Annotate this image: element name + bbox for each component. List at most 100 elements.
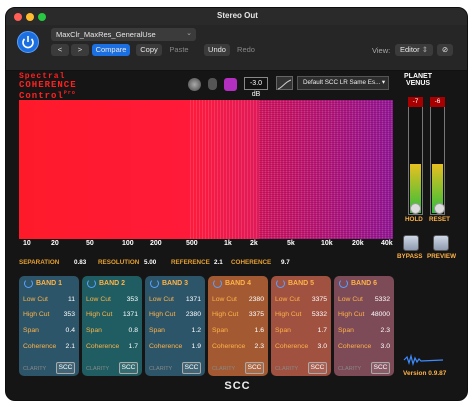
next-preset-button[interactable]: > — [71, 44, 89, 56]
band-row-coherence: Coherence 2.1 — [23, 343, 75, 353]
reset-button[interactable] — [434, 203, 445, 214]
band-high-cut-value[interactable]: 5332 — [312, 311, 327, 318]
band-low-cut-value[interactable]: 11 — [68, 296, 75, 303]
power-button[interactable] — [17, 31, 39, 53]
band-high-cut-label: High Cut — [23, 311, 50, 318]
band-row-coherence: Coherence 2.3 — [212, 343, 264, 353]
band-span-value[interactable]: 1.7 — [318, 327, 327, 334]
scc-button[interactable]: SCC — [371, 362, 390, 374]
mic-icon[interactable] — [208, 78, 217, 90]
chevron-down-icon: ⌄ — [186, 30, 192, 37]
clarity-button[interactable]: CLARITY — [149, 366, 172, 372]
settings-icon[interactable] — [188, 78, 201, 91]
scc-button[interactable]: SCC — [56, 362, 75, 374]
chevron-updown-icon: ⇕ — [421, 45, 428, 54]
previous-preset-button[interactable]: < — [51, 44, 69, 56]
band-power-icon[interactable] — [339, 279, 348, 288]
clarity-button[interactable]: CLARITY — [212, 366, 235, 372]
band-low-cut-value[interactable]: 2380 — [249, 296, 264, 303]
band-power-icon[interactable] — [213, 279, 222, 288]
band-span-label: Span — [86, 327, 102, 334]
band-power-icon[interactable] — [150, 279, 159, 288]
reference-value[interactable]: 2.1 — [214, 259, 223, 266]
band-power-icon[interactable] — [276, 279, 285, 288]
band-high-cut-value[interactable]: 1371 — [123, 311, 138, 318]
preview-label: PREVIEW — [427, 253, 457, 260]
window-title: Stereo Out — [217, 11, 258, 20]
band-power-icon[interactable] — [87, 279, 96, 288]
clarity-button[interactable]: CLARITY — [338, 366, 361, 372]
band-low-cut-label: Low Cut — [338, 296, 363, 303]
band-row-span: Span 0.4 — [23, 327, 75, 337]
band-coherence-value[interactable]: 2.3 — [255, 343, 264, 350]
band-panel-5[interactable]: BAND 5 Low Cut 3375 High Cut 5332 Span 1.7 Cohe… — [271, 276, 331, 376]
band-span-value[interactable]: 0.8 — [129, 327, 138, 334]
band-span-label: Span — [149, 327, 165, 334]
band-power-icon[interactable] — [24, 279, 33, 288]
band-span-value[interactable]: 2.3 — [381, 327, 390, 334]
reference-label: REFERENCE — [171, 259, 210, 266]
freq-label: 20 — [51, 240, 59, 247]
band-row-low-cut: Low Cut 1371 — [149, 296, 201, 306]
spectrum-mode-icon[interactable] — [224, 78, 237, 91]
band-low-cut-value[interactable]: 1371 — [186, 296, 201, 303]
param-readouts: SEPARATION 0.83 RESOLUTION 5.00 REFERENC… — [19, 259, 399, 271]
clarity-button[interactable]: CLARITY — [275, 366, 298, 372]
gain-db-field[interactable]: -3.0 dB — [244, 77, 268, 98]
copy-button[interactable]: Copy — [136, 44, 162, 56]
band-coherence-value[interactable]: 1.7 — [129, 343, 138, 350]
band-span-value[interactable]: 0.4 — [66, 327, 75, 334]
band-row-high-cut: High Cut 48000 — [338, 311, 390, 321]
view-select[interactable]: Editor ⇕ — [395, 44, 433, 56]
band-coherence-value[interactable]: 2.1 — [66, 343, 75, 350]
band-title: BAND 3 — [162, 280, 189, 287]
redo-button[interactable]: Redo — [234, 44, 258, 56]
band-panel-1[interactable]: BAND 1 Low Cut 11 High Cut 353 Span 0.4 Coheren… — [19, 276, 79, 376]
band-high-cut-value[interactable]: 3375 — [249, 311, 264, 318]
band-panel-6[interactable]: BAND 6 Low Cut 5332 High Cut 48000 Span 2.3 Coh… — [334, 276, 394, 376]
band-high-cut-value[interactable]: 48000 — [371, 311, 390, 318]
band-high-cut-value[interactable]: 353 — [64, 311, 75, 318]
band-row-high-cut: High Cut 1371 — [86, 311, 138, 321]
band-title: BAND 4 — [225, 280, 252, 287]
clarity-button[interactable]: CLARITY — [86, 366, 109, 372]
curve-icon[interactable] — [276, 76, 293, 90]
hold-button[interactable] — [410, 203, 421, 214]
band-span-value[interactable]: 1.6 — [255, 327, 264, 334]
band-high-cut-value[interactable]: 2380 — [186, 311, 201, 318]
clarity-button[interactable]: CLARITY — [23, 366, 46, 372]
scc-button[interactable]: SCC — [182, 362, 201, 374]
scc-button[interactable]: SCC — [245, 362, 264, 374]
undo-button[interactable]: Undo — [204, 44, 230, 56]
band-row-low-cut: Low Cut 353 — [86, 296, 138, 306]
band-panel-2[interactable]: BAND 2 Low Cut 353 High Cut 1371 Span 0.8 Coher… — [82, 276, 142, 376]
separation-value[interactable]: 0.83 — [74, 259, 86, 266]
link-button[interactable]: ⊘ — [437, 44, 453, 56]
band-coherence-value[interactable]: 1.9 — [192, 343, 201, 350]
preview-button[interactable] — [433, 235, 449, 251]
paste-button[interactable]: Paste — [166, 44, 192, 56]
band-span-value[interactable]: 1.2 — [192, 327, 201, 334]
version-label: Version 0.9.87 — [403, 370, 447, 377]
band-title: BAND 5 — [288, 280, 315, 287]
scc-button[interactable]: SCC — [119, 362, 138, 374]
band-coherence-value[interactable]: 3.0 — [318, 343, 327, 350]
coherence-value[interactable]: 9.7 — [281, 259, 290, 266]
logo-line-2: COHERENCE — [19, 80, 77, 90]
bypass-button[interactable] — [403, 235, 419, 251]
band-coherence-value[interactable]: 3.0 — [381, 343, 390, 350]
resolution-label: RESOLUTION — [98, 259, 140, 266]
band-low-cut-value[interactable]: 353 — [127, 296, 138, 303]
band-low-cut-value[interactable]: 5332 — [375, 296, 390, 303]
band-row-span: Span 2.3 — [338, 327, 390, 337]
band-panel-3[interactable]: BAND 3 Low Cut 1371 High Cut 2380 Span 1.2 Cohe… — [145, 276, 205, 376]
loudness-preset-select[interactable]: Default SCC LR Same Es... ▾ — [297, 76, 389, 90]
band-panel-4[interactable]: BAND 4 Low Cut 2380 High Cut 3375 Span 1.6 Cohe… — [208, 276, 268, 376]
preset-select[interactable]: MaxClr_MaxRes_GeneralUse ⌄ — [51, 28, 196, 41]
title-bar: Stereo Out — [6, 8, 467, 25]
freq-label: 2k — [250, 240, 258, 247]
compare-button[interactable]: Compare — [92, 44, 130, 56]
resolution-value[interactable]: 5.00 — [144, 259, 156, 266]
band-low-cut-value[interactable]: 3375 — [312, 296, 327, 303]
scc-button[interactable]: SCC — [308, 362, 327, 374]
